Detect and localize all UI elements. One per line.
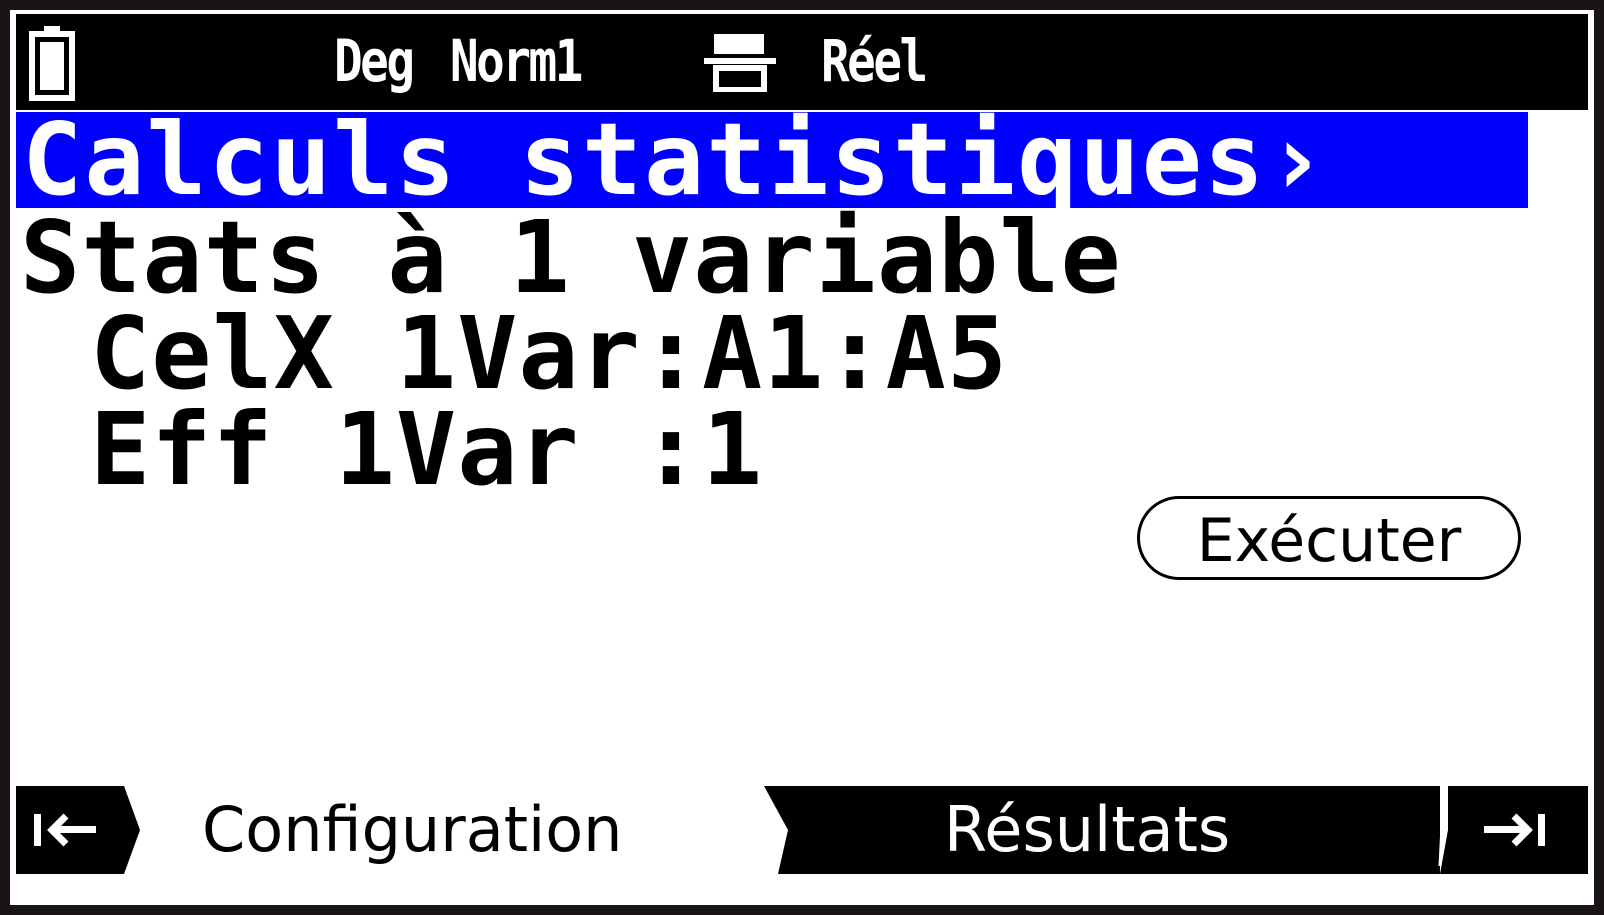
calculator-screen: Deg Norm1 Réel Calculs statistiques› Sta…	[10, 10, 1594, 905]
jump-first-icon	[34, 813, 96, 847]
tab-configuration[interactable]: Configuration	[202, 786, 622, 874]
tab-bar: Configuration Résultats	[16, 786, 1588, 874]
menu-title[interactable]: Calculs statistiques›	[16, 110, 1528, 210]
jump-last-button[interactable]	[1476, 786, 1556, 874]
setting-cell-range[interactable]: CelX 1Var:A1:A5	[90, 304, 1008, 404]
complex-mode-indicator: Réel	[821, 27, 928, 95]
setting-mode[interactable]: Stats à 1 variable	[20, 208, 1122, 308]
display-mode-icon	[704, 34, 776, 92]
tab-results[interactable]: Résultats	[944, 786, 1230, 874]
setting-frequency[interactable]: Eff 1Var :1	[90, 400, 763, 500]
jump-last-icon	[1484, 813, 1545, 847]
number-format-indicator: Norm1	[450, 27, 583, 95]
battery-icon	[29, 26, 75, 101]
execute-button[interactable]: Exécuter	[1137, 496, 1521, 580]
jump-first-button[interactable]	[24, 786, 104, 874]
angle-mode-indicator: Deg	[334, 27, 415, 95]
status-bar: Deg Norm1 Réel	[16, 14, 1588, 110]
